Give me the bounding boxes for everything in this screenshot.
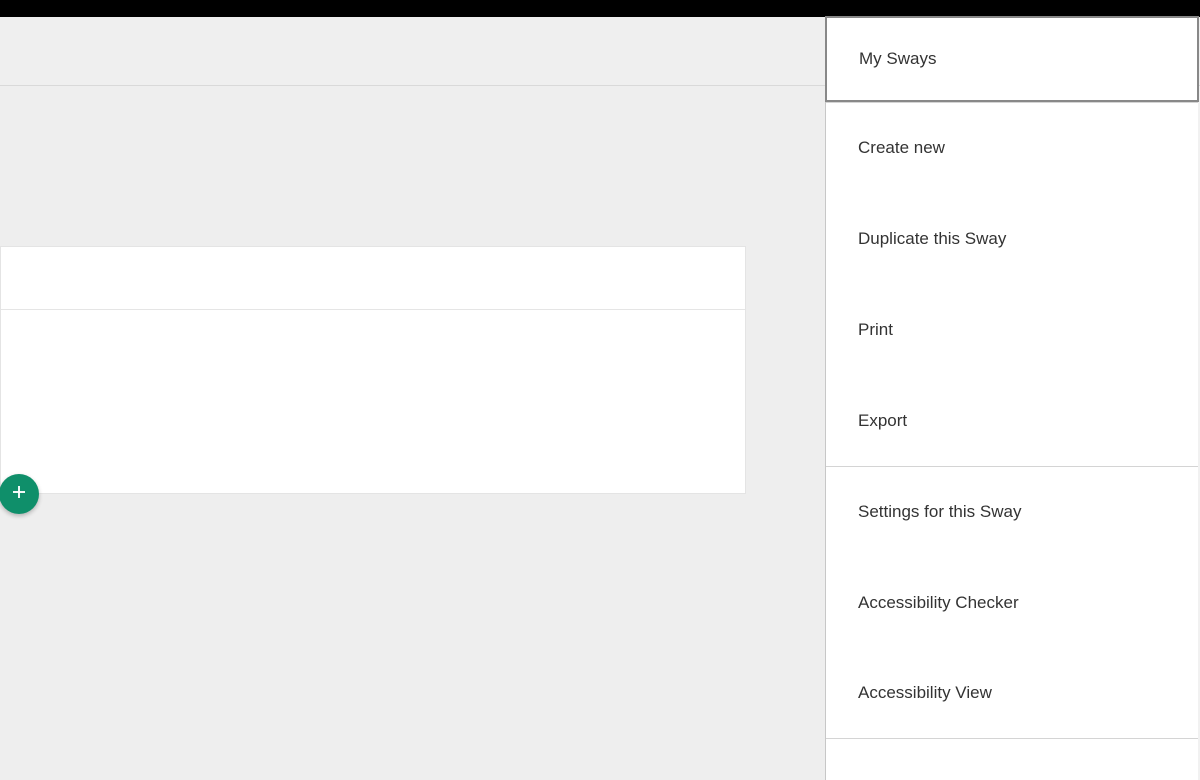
menu-item-label: Settings for this Sway xyxy=(858,502,1021,522)
menu-item-accessibility-view[interactable]: Accessibility View xyxy=(826,648,1198,739)
title-card[interactable]: y xyxy=(0,246,746,494)
editor-canvas: y xyxy=(0,86,825,780)
menu-item-label: Export xyxy=(858,411,907,431)
window-top-bar xyxy=(0,0,1200,17)
title-card-header[interactable] xyxy=(1,247,745,310)
menu-item-print[interactable]: Print xyxy=(826,284,1198,375)
menu-item-accessibility-checker[interactable]: Accessibility Checker xyxy=(826,557,1198,648)
menu-item-duplicate[interactable]: Duplicate this Sway xyxy=(826,193,1198,284)
menu-item-label: Accessibility Checker xyxy=(858,593,1019,613)
menu-item-export[interactable]: Export xyxy=(826,375,1198,466)
menu-item-label: My Sways xyxy=(859,49,936,69)
menu-item-label: Accessibility View xyxy=(858,683,992,703)
title-card-body[interactable]: y xyxy=(1,310,745,493)
menu-item-label: Create new xyxy=(858,138,945,158)
menu-item-label: Print xyxy=(858,320,893,340)
more-options-menu: My Sways Create new Duplicate this Sway … xyxy=(825,17,1198,780)
menu-item-settings[interactable]: Settings for this Sway xyxy=(826,466,1198,557)
add-content-button[interactable] xyxy=(0,474,39,514)
menu-item-label: Duplicate this Sway xyxy=(858,229,1006,249)
plus-icon xyxy=(10,483,28,506)
menu-item-create-new[interactable]: Create new xyxy=(826,102,1198,193)
menu-item-my-sways[interactable]: My Sways xyxy=(825,16,1199,102)
